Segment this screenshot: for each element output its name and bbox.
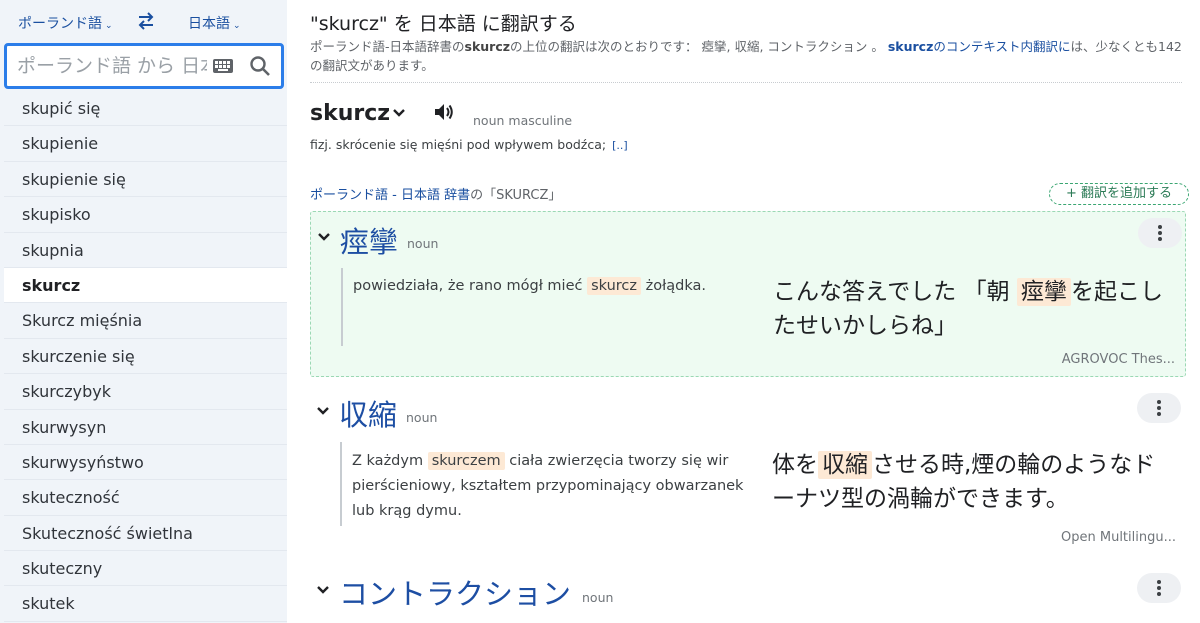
example-highlight: 痙攣	[1016, 278, 1071, 306]
word-list-item[interactable]: skupienie się	[4, 161, 287, 198]
translation-entry: 痙攣 noun powiedziała, że rano mógł mieć s…	[310, 211, 1186, 377]
dictionary-heading: ポーランド語 - 日本語 辞書の「SKURCZ」	[310, 184, 561, 203]
example-highlight: skurczem	[427, 452, 505, 470]
example-target: 体を 収縮 させる時,煙の輪のようなドーナツ型の渦輪ができます。	[772, 448, 1167, 516]
translation-pos: noun	[406, 410, 438, 425]
language-bar: ポーランド語 ⌄ 日本語 ⌄	[0, 0, 287, 42]
source-language-label: ポーランド語	[18, 16, 102, 32]
example-highlight: 収縮	[818, 451, 872, 479]
chevron-down-icon[interactable]	[316, 406, 330, 416]
word-list-item[interactable]: skurczenie się	[4, 338, 287, 375]
translation-term[interactable]: 痙攣	[340, 219, 398, 261]
headword-pos: noun masculine	[473, 113, 573, 128]
app-root: ポーランド語 ⌄ 日本語 ⌄ ポーランド語 から 日本語 skupić się …	[0, 0, 1200, 623]
more-options-button[interactable]	[1137, 393, 1181, 423]
context-link-text: のコンテキスト内翻訳に	[933, 39, 1071, 54]
word-list-item[interactable]: skuteczny	[4, 551, 287, 587]
translation-entry: 収縮 noun Z każdym skurczem ciała zwierzęc…	[310, 384, 1186, 554]
source-attribution[interactable]: Open Multilingu...	[1061, 530, 1176, 545]
context-link[interactable]: skurczのコンテキスト内翻訳に	[888, 39, 1071, 54]
main-content: "skurcz" を 日本語 に翻訳する ポーランド語-日本語辞書のskurcz…	[300, 0, 1200, 623]
translation-pos: noun	[407, 236, 439, 251]
more-options-button[interactable]	[1138, 218, 1182, 248]
word-list-item[interactable]: skupienie	[4, 126, 287, 162]
translation-term[interactable]: コントラクション	[339, 571, 571, 613]
example-source: powiedziała, że rano mógł mieć skurcz żo…	[353, 274, 763, 299]
search-icon[interactable]	[249, 55, 271, 77]
word-list-item[interactable]: skurczybyk	[4, 374, 287, 410]
word-list-item[interactable]: skutek	[4, 586, 287, 622]
translation-entry: コントラクション noun	[310, 564, 1186, 623]
divider	[310, 82, 1182, 83]
word-list-item[interactable]: skupisko	[4, 197, 287, 233]
dictionary-link[interactable]: ポーランド語 - 日本語 辞書	[310, 188, 470, 203]
more-options-button[interactable]	[1137, 573, 1181, 603]
swap-languages-icon[interactable]	[136, 9, 156, 33]
word-list-item[interactable]: skuteczność	[4, 480, 287, 516]
translation-term[interactable]: 収縮	[339, 392, 397, 434]
word-list-item[interactable]: Skurcz mięśnia	[4, 303, 287, 339]
example-text: こんな答えでした 「朝	[773, 279, 1017, 305]
example-source: Z każdym skurczem ciała zwierzęcia tworz…	[352, 449, 762, 524]
sidebar: ポーランド語 ⌄ 日本語 ⌄ ポーランド語 から 日本語 skupić się …	[0, 0, 287, 623]
more-link[interactable]: [..]	[612, 139, 628, 152]
example-bar	[340, 442, 342, 526]
word-list-item[interactable]: skurwysyństwo	[4, 444, 287, 481]
chevron-down-icon: ⌄	[233, 21, 241, 31]
definition-text: fizj. skrócenie się mięśni pod wpływem b…	[310, 137, 607, 152]
example-text: powiedziała, że rano mógł mieć	[353, 278, 588, 294]
example-text: Z każdym	[352, 453, 428, 469]
example-bar	[341, 268, 343, 346]
page-title: "skurcz" を 日本語 に翻訳する	[310, 13, 577, 35]
summary-text: ポーランド語-日本語辞書のskurczの上位の翻訳は次のとおりです： 瘂攣, 収…	[310, 37, 1186, 75]
source-language-select[interactable]: ポーランド語 ⌄	[18, 13, 113, 33]
chevron-down-icon: ⌄	[105, 21, 113, 31]
word-list-item[interactable]: skupić się	[4, 91, 287, 127]
word-list-item[interactable]: Skuteczność świetlna	[4, 515, 287, 552]
chevron-down-icon[interactable]	[392, 108, 406, 118]
context-link-word: skurcz	[887, 39, 934, 54]
summary-part: ポーランド語-日本語辞書の	[310, 39, 465, 54]
chevron-down-icon[interactable]	[316, 585, 330, 595]
summary-word: skurcz	[464, 39, 511, 54]
dictionary-heading-word: の「SKURCZ」	[470, 188, 562, 203]
chevron-down-icon[interactable]	[317, 232, 331, 242]
word-list-item[interactable]: skupnia	[4, 232, 287, 268]
add-translation-button[interactable]: + 翻訳を追加する	[1049, 183, 1189, 205]
example-text: 体を	[772, 452, 818, 478]
translation-pos: noun	[582, 590, 614, 605]
example-highlight: skurcz	[587, 277, 642, 295]
word-list: skupić się skupienie skupienie się skupisko…	[4, 91, 287, 622]
example-text: żołądka.	[641, 278, 706, 294]
word-list-item[interactable]: skurwysyn	[4, 409, 287, 445]
search-input[interactable]	[17, 53, 207, 79]
headword: skurcz	[310, 101, 391, 126]
example-target: こんな答えでした 「朝 痙攣 を起こしたせいかしらね」	[773, 275, 1168, 343]
source-attribution[interactable]: AGROVOC Thes...	[1062, 352, 1175, 367]
target-language-select[interactable]: 日本語 ⌄	[188, 13, 241, 33]
definition: fizj. skrócenie się mięśni pod wpływem b…	[310, 137, 628, 152]
word-list-item[interactable]: skurcz	[4, 267, 287, 304]
keyboard-icon[interactable]	[213, 59, 233, 73]
speaker-icon[interactable]	[434, 103, 454, 121]
search-box	[4, 43, 284, 89]
summary-part: の上位の翻訳は次のとおりです： 瘂攣, 収縮, コントラクション 。	[510, 39, 888, 54]
target-language-label: 日本語	[188, 16, 230, 32]
